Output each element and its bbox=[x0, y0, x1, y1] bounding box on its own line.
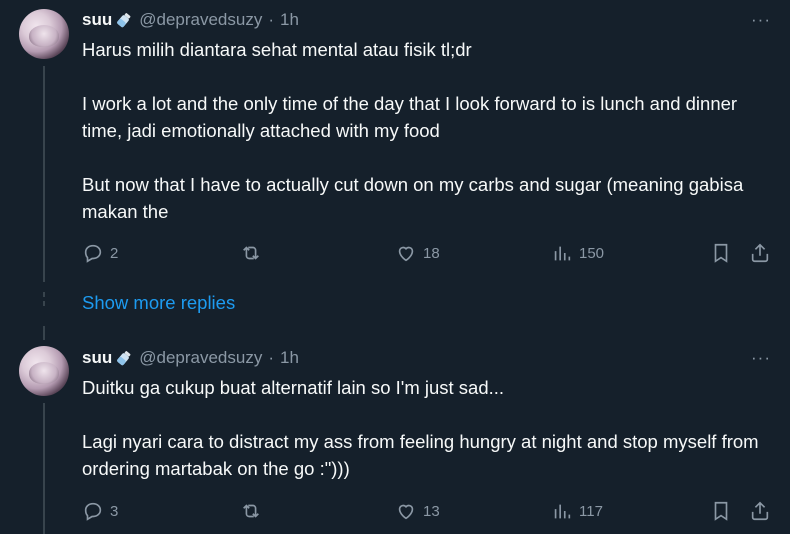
avatar[interactable] bbox=[19, 346, 69, 396]
handle[interactable]: @depravedsuzy bbox=[139, 10, 262, 30]
thread-line bbox=[43, 403, 45, 534]
like-button[interactable]: 18 bbox=[395, 240, 440, 266]
more-options-icon[interactable]: ··· bbox=[750, 9, 772, 31]
like-count: 18 bbox=[423, 244, 440, 262]
bookmark-button[interactable] bbox=[710, 498, 732, 524]
bar-chart-icon bbox=[554, 504, 571, 519]
retweet-button[interactable] bbox=[240, 240, 268, 266]
action-bar: 2 18 150 bbox=[82, 240, 772, 266]
timestamp[interactable]: 1h bbox=[280, 348, 299, 368]
share-button[interactable] bbox=[749, 498, 771, 524]
action-bar: 3 13 117 bbox=[82, 498, 772, 524]
display-name[interactable]: suu bbox=[82, 348, 112, 368]
thread-line-connector bbox=[43, 326, 45, 340]
bookmark-button[interactable] bbox=[710, 240, 732, 266]
baby-bottle-emoji-icon bbox=[115, 349, 133, 367]
reply-button[interactable]: 2 bbox=[82, 240, 118, 266]
thread-dots bbox=[43, 292, 45, 310]
heart-icon bbox=[398, 504, 414, 520]
like-count: 13 bbox=[423, 502, 440, 520]
reply-button[interactable]: 3 bbox=[82, 498, 118, 524]
bookmark-icon bbox=[714, 501, 728, 521]
like-button[interactable]: 13 bbox=[395, 498, 440, 524]
display-name[interactable]: suu bbox=[82, 10, 112, 30]
handle[interactable]: @depravedsuzy bbox=[139, 348, 262, 368]
avatar[interactable] bbox=[19, 9, 69, 59]
retweet-button[interactable] bbox=[240, 498, 268, 524]
bookmark-icon bbox=[714, 243, 728, 263]
views-button[interactable]: 150 bbox=[551, 240, 604, 266]
heart-icon bbox=[398, 246, 414, 262]
more-options-icon[interactable]: ··· bbox=[750, 347, 772, 369]
views-button[interactable]: 117 bbox=[551, 498, 603, 524]
bar-chart-icon bbox=[554, 246, 571, 261]
thread-line bbox=[43, 66, 45, 282]
reply-count: 2 bbox=[110, 244, 119, 262]
views-count: 150 bbox=[579, 244, 605, 262]
views-count: 117 bbox=[579, 502, 603, 520]
show-more-replies-link[interactable]: Show more replies bbox=[82, 292, 235, 314]
baby-bottle-emoji-icon bbox=[115, 11, 133, 29]
retweet-icon bbox=[243, 504, 259, 518]
reply-count: 3 bbox=[110, 502, 119, 520]
separator-dot: · bbox=[268, 10, 275, 29]
tweet-text: Duitku ga cukup buat alternatif lain so … bbox=[82, 377, 759, 479]
reply-icon bbox=[84, 502, 102, 521]
tweet-text: Harus milih diantara sehat mental atau f… bbox=[82, 39, 744, 222]
separator-dot: · bbox=[268, 348, 275, 367]
timestamp[interactable]: 1h bbox=[280, 10, 299, 30]
reply-icon bbox=[84, 244, 102, 263]
share-icon bbox=[751, 501, 769, 521]
tweet-header: suu @depravedsuzy · 1h bbox=[82, 347, 299, 369]
share-button[interactable] bbox=[749, 240, 771, 266]
retweet-icon bbox=[243, 246, 259, 260]
tweet-header: suu @depravedsuzy · 1h bbox=[82, 9, 299, 31]
share-icon bbox=[751, 243, 769, 263]
